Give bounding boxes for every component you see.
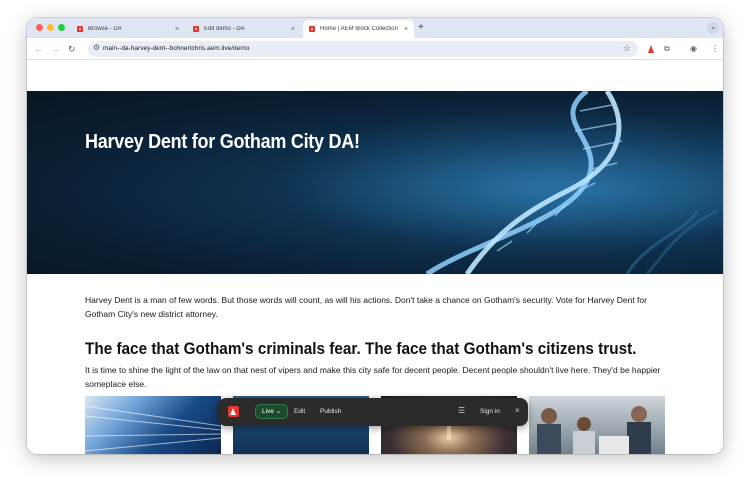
tab-label: Browse - DA [88, 26, 122, 32]
publish-button[interactable]: Publish [320, 406, 341, 417]
tab-browse-da[interactable]: Browse - DA × [71, 20, 185, 38]
live-environment-button[interactable]: Live ⌄ [255, 404, 289, 419]
tab-close-icon[interactable]: × [404, 26, 408, 33]
browser-window: Browse - DA × Edit demo - DA × Home | AE… [27, 18, 723, 454]
new-tab-button[interactable]: + [418, 22, 424, 34]
site-info-icon[interactable]: ⚙ [93, 43, 100, 52]
window-maximize-button[interactable] [58, 24, 65, 31]
window-close-button[interactable] [36, 24, 43, 31]
tab-label: Edit demo - DA [204, 26, 245, 32]
puzzle-extensions-icon[interactable]: ⧉ [664, 43, 670, 55]
dna-helix-image [27, 91, 723, 274]
edit-button[interactable]: Edit [294, 406, 305, 417]
hero-banner: Harvey Dent for Gotham City DA! [27, 91, 723, 274]
bookmark-star-icon[interactable]: ☆ [623, 43, 631, 54]
menu-icon[interactable]: ☰ [458, 405, 465, 417]
card-image-light-tunnel[interactable] [85, 396, 221, 454]
sign-in-button[interactable]: Sign in [480, 406, 500, 417]
kebab-menu-icon[interactable]: ⋮ [711, 43, 719, 55]
tab-close-icon[interactable]: × [175, 26, 179, 33]
address-bar[interactable]: ⚙ main--da-harvey-dent--bohnertchris.aem… [88, 41, 638, 57]
da-floating-toolbar: Live ⌄ Edit Publish ☰ Sign in × [218, 398, 528, 426]
body-paragraph: It is time to shine the light of the law… [85, 365, 661, 389]
tab-close-icon[interactable]: × [291, 26, 295, 33]
tab-edit-demo[interactable]: Edit demo - DA × [187, 20, 301, 38]
adobe-extension-icon[interactable] [647, 45, 656, 54]
window-minimize-button[interactable] [47, 24, 54, 31]
close-icon[interactable]: × [515, 405, 520, 417]
chevron-down-icon: ⌄ [275, 408, 282, 415]
browser-toolbar: ← → ↻ ⚙ main--da-harvey-dent--bohnertchr… [27, 38, 723, 60]
forward-arrow-icon[interactable]: → [51, 43, 60, 55]
url-text[interactable]: main--da-harvey-dent--bohnertchris.aem.l… [103, 45, 249, 52]
tab-home-aem[interactable]: Home | AEM Block Collection × [303, 20, 414, 38]
section-heading: The face that Gotham's criminals fear. T… [85, 339, 637, 358]
card-image-team-meeting[interactable] [529, 396, 665, 454]
intro-paragraph: Harvey Dent is a man of few words. But t… [85, 295, 647, 319]
adobe-favicon-icon [193, 26, 199, 32]
live-label: Live [262, 408, 274, 415]
adobe-logo-icon [228, 406, 239, 417]
tab-label: Home | AEM Block Collection [320, 26, 398, 32]
adobe-favicon-icon [309, 26, 315, 32]
tab-strip: Browse - DA × Edit demo - DA × Home | AE… [27, 18, 723, 38]
profile-icon[interactable]: ◉ [690, 43, 697, 55]
adobe-favicon-icon [77, 26, 83, 32]
tab-search-button[interactable]: ⌄ [707, 22, 719, 34]
page-viewport: Harvey Dent for Gotham City DA! Harvey D… [27, 61, 723, 454]
hero-title: Harvey Dent for Gotham City DA! [85, 131, 360, 153]
back-arrow-icon[interactable]: ← [34, 43, 43, 55]
reload-icon[interactable]: ↻ [68, 43, 76, 55]
